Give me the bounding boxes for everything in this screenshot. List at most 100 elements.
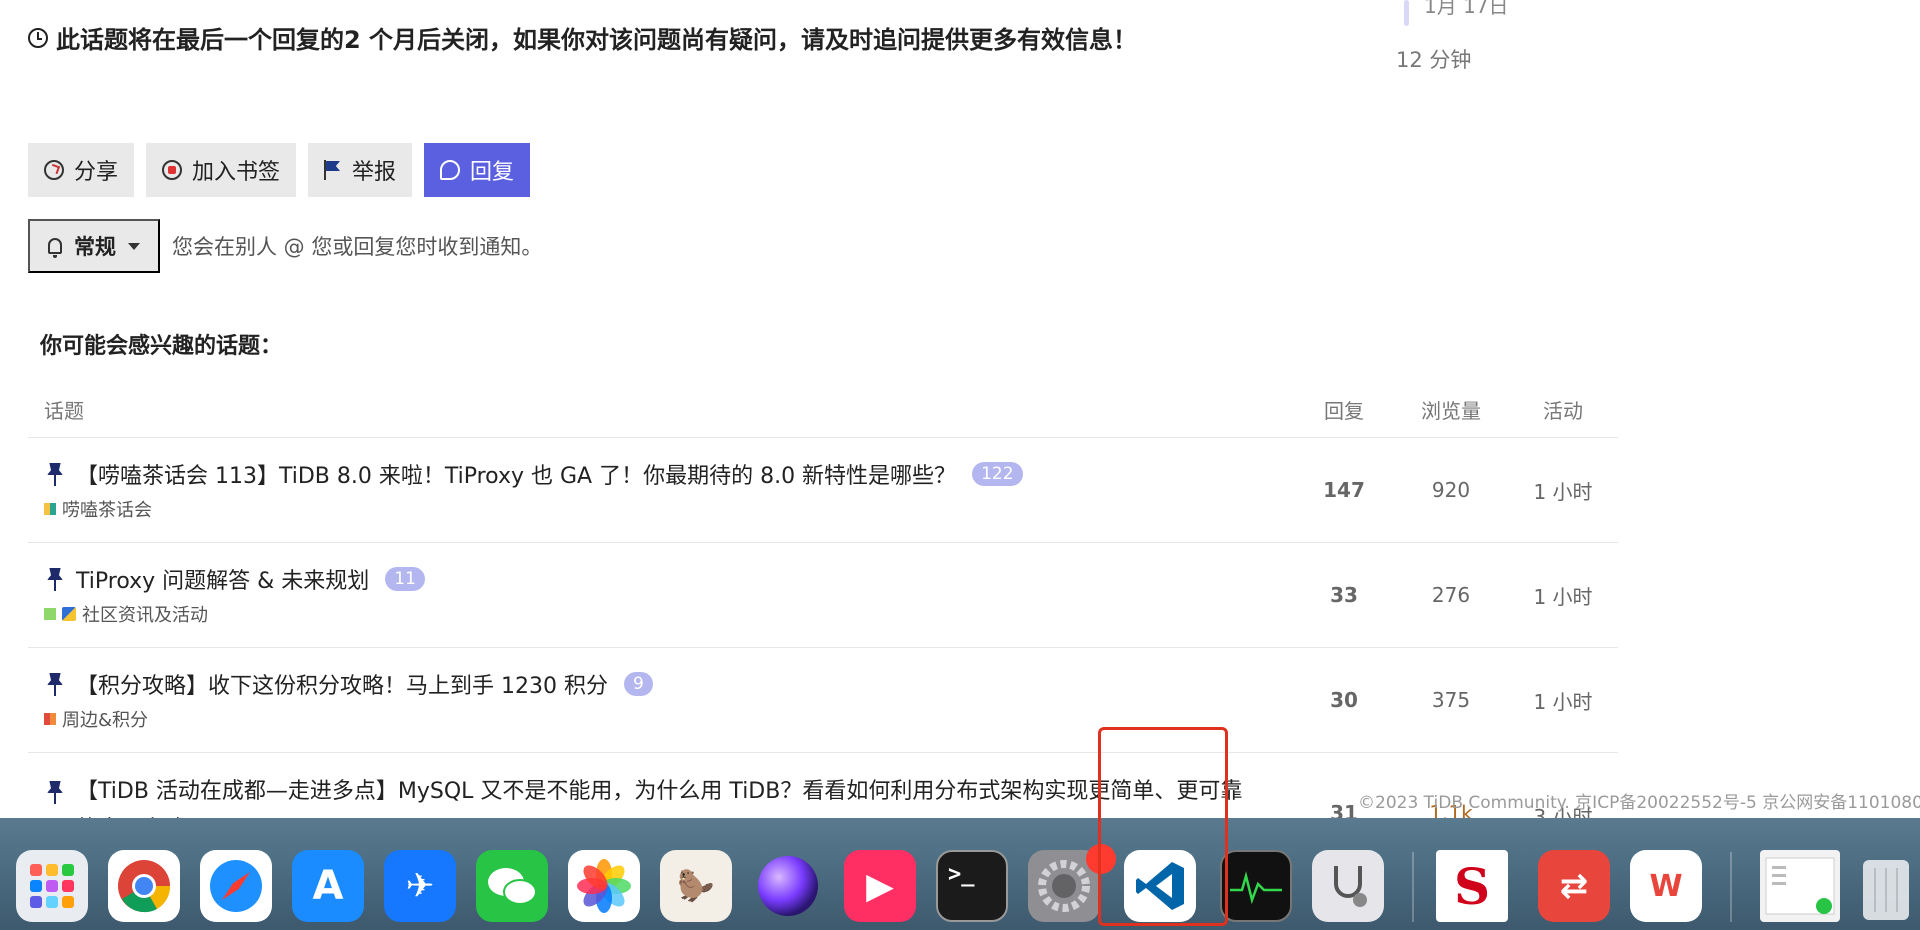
disk-utility-icon[interactable]: [1312, 850, 1384, 922]
vscode-logo-icon: [1136, 862, 1184, 910]
unread-count-badge[interactable]: 122: [972, 462, 1023, 486]
flag-label: 举报: [352, 159, 397, 184]
dock-separator: [1730, 852, 1732, 922]
wps-office-icon[interactable]: W: [1630, 850, 1702, 922]
pin-icon: [44, 671, 66, 697]
category-color-swatch: [44, 608, 56, 620]
pin-icon: [44, 461, 66, 487]
chrome-logo-icon: [118, 860, 171, 913]
category-color-swatch: [44, 503, 56, 515]
share-button[interactable]: 分享: [28, 143, 135, 197]
clock-icon: [28, 27, 48, 48]
view-count: 920: [1431, 478, 1471, 502]
category-label: 社区资讯及活动: [82, 605, 208, 626]
topic-title-link[interactable]: 【积分攻略】收下这份积分攻略！马上到手 1230 积分: [76, 668, 608, 700]
topic-close-notice-text: 此话题将在最后一个回复的2 个月后关闭，如果你对该问题尚有疑问，请及时追问提供更…: [56, 26, 1138, 54]
view-count: 375: [1431, 688, 1471, 712]
wechat-icon[interactable]: [476, 850, 548, 922]
notification-level-dropdown[interactable]: 常规: [28, 219, 160, 273]
flag-button[interactable]: 举报: [308, 143, 413, 197]
vscode-icon[interactable]: [1124, 850, 1196, 922]
gear-icon: [1038, 860, 1090, 912]
topic-category[interactable]: 唠嗑茶话会: [44, 496, 1294, 522]
last-activity[interactable]: 1 小时: [1508, 686, 1618, 715]
unread-count-badge[interactable]: 11: [385, 567, 425, 591]
table-row: 【唠嗑茶话会 113】TiDB 8.0 来啦！TiProxy 也 GA 了！你最…: [28, 438, 1618, 543]
app-store-icon[interactable]: A: [292, 850, 364, 922]
activity-monitor-icon[interactable]: [1220, 850, 1292, 922]
bell-icon: [48, 238, 62, 258]
reply-count: 147: [1323, 478, 1365, 502]
notification-description: 您会在别人 @ 您或回复您时收到通知。: [172, 235, 543, 259]
trash-can-icon: [1863, 860, 1909, 920]
category-label: 周边&积分: [62, 710, 149, 731]
stethoscope-icon: [1334, 866, 1367, 907]
launchpad-icon[interactable]: [16, 850, 88, 922]
safari-compass-icon: [210, 860, 262, 912]
wechat-bubbles-icon: [488, 868, 537, 905]
share-label: 分享: [74, 159, 119, 184]
reply-icon: [440, 160, 461, 180]
macos-dock: A ✈ 🦫 ▶ >_ S ⇄ W: [0, 818, 1920, 930]
site-footer-copyright: ©2023 TiDB Community. 京ICP备20022552号-5 京…: [1358, 793, 1920, 813]
remote-desktop-icon[interactable]: ⇄: [1538, 850, 1610, 922]
header-views[interactable]: 浏览量: [1394, 395, 1508, 424]
view-count: 276: [1431, 583, 1471, 607]
safari-icon[interactable]: [200, 850, 272, 922]
share-icon: [44, 160, 64, 180]
launchpad-grid-icon: [30, 864, 74, 908]
notification-settings: 常规 您会在别人 @ 您或回复您时收到通知。: [28, 219, 542, 273]
photos-icon[interactable]: [568, 850, 640, 922]
trash-icon[interactable]: [1856, 850, 1916, 922]
topic-title-link[interactable]: TiProxy 问题解答 & 未来规划: [76, 563, 369, 595]
wps-s-icon[interactable]: S: [1436, 850, 1508, 922]
dock-separator: [1412, 852, 1414, 922]
notification-dot: [1086, 844, 1116, 874]
topic-close-notice: 此话题将在最后一个回复的2 个月后关闭，如果你对该问题尚有疑问，请及时追问提供更…: [28, 20, 1137, 55]
table-row: 【积分攻略】收下这份积分攻略！马上到手 1230 积分 9 周边&积分 30 3…: [28, 648, 1618, 753]
bookmark-button[interactable]: 加入书签: [146, 143, 297, 197]
last-activity[interactable]: 1 小时: [1508, 581, 1618, 610]
activity-graph-icon: [1230, 871, 1282, 905]
feishu-icon[interactable]: ✈: [384, 850, 456, 922]
caret-down-icon: [128, 242, 140, 250]
topic-category[interactable]: 社区资讯及活动: [44, 601, 1294, 627]
unread-count-badge[interactable]: 9: [623, 672, 653, 696]
siri-orb-icon: [758, 856, 818, 916]
reply-count: 33: [1330, 583, 1358, 607]
siri-icon[interactable]: [752, 850, 824, 922]
reply-count: 30: [1330, 688, 1358, 712]
screenshot-preview-icon[interactable]: [1760, 850, 1840, 922]
topic-title-link[interactable]: 【唠嗑茶话会 113】TiDB 8.0 来啦！TiProxy 也 GA 了！你最…: [76, 458, 956, 490]
notification-level-label: 常规: [74, 236, 116, 259]
timeline-date: 1月 17日: [1424, 0, 1509, 18]
topic-category[interactable]: 周边&积分: [44, 706, 1294, 732]
dbeaver-icon[interactable]: 🦫: [660, 850, 732, 922]
bookmark-icon: [162, 160, 183, 180]
table-row: TiProxy 问题解答 & 未来规划 11 社区资讯及活动 33 276 1 …: [28, 543, 1618, 648]
chrome-icon[interactable]: [108, 850, 180, 922]
reply-label: 回复: [470, 159, 515, 184]
reply-button[interactable]: 回复: [424, 143, 531, 197]
infuse-icon[interactable]: ▶: [844, 850, 916, 922]
category-color-swatch: [44, 713, 56, 725]
last-activity[interactable]: 1 小时: [1508, 476, 1618, 505]
topic-action-bar: 分享 加入书签 举报 回复: [28, 143, 531, 197]
flag-icon: [324, 160, 342, 180]
category-emoji-icon: [62, 607, 76, 621]
suggested-topics-title: 你可能会感兴趣的话题：: [40, 334, 283, 359]
header-activity[interactable]: 活动: [1508, 395, 1618, 424]
pin-icon: [44, 566, 66, 592]
bookmark-label: 加入书签: [192, 159, 281, 184]
pin-icon: [44, 779, 66, 805]
photos-flower-icon: [577, 859, 631, 913]
timeline-last-activity: 12 分钟: [1396, 48, 1472, 72]
document-thumbnail-icon: [1765, 857, 1835, 915]
suggested-topics-table: 话题 回复 浏览量 活动 【唠嗑茶话会 113】TiDB 8.0 来啦！TiPr…: [28, 382, 1618, 858]
timeline-progress-bar: [1404, 0, 1409, 26]
header-replies[interactable]: 回复: [1294, 395, 1394, 424]
category-label: 唠嗑茶话会: [62, 500, 152, 521]
header-topic[interactable]: 话题: [28, 395, 1294, 424]
table-header: 话题 回复 浏览量 活动: [28, 382, 1618, 438]
terminal-icon[interactable]: >_: [936, 850, 1008, 922]
